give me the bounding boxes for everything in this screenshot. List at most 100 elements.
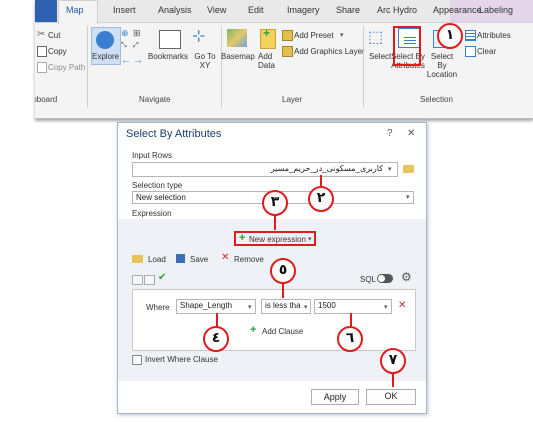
new-expression-button[interactable]: New expression [249,235,306,244]
load-icon [132,255,143,263]
tab-analysis[interactable]: Analysis [158,5,192,15]
tab-appearance[interactable]: Appearance [433,5,482,15]
verify-icon[interactable]: ✔ [158,272,166,283]
forward-icon[interactable]: → [133,55,143,66]
chevron-down-icon: ▾ [304,304,308,311]
file-tab[interactable] [35,0,57,22]
group-separator [221,26,222,108]
folder-icon[interactable] [403,165,414,173]
ok-button[interactable]: OK [366,389,416,405]
bookmarks-button[interactable]: Bookmarks [148,52,188,61]
input-rows-value: کاربری_مسکونی_در_حریم_مسیر [270,164,383,173]
move-down-icon[interactable] [144,275,155,285]
sql-toggle-label: SQL [360,275,377,284]
ribbon: Map Insert Analysis View Edit Imagery Sh… [35,0,533,119]
save-icon [176,254,185,263]
clause-value: 1500 [318,301,336,310]
add-preset-button[interactable]: Add Preset [294,31,334,40]
tab-view[interactable]: View [207,5,226,15]
step-marker-3: ٣ [262,190,288,216]
plus-icon: + [250,324,257,336]
chevron-down-icon[interactable]: ▾ [406,193,410,201]
delete-clause-icon[interactable]: ✕ [398,300,406,311]
tab-arc-hydro[interactable]: Arc Hydro [377,5,417,15]
clause-value-input[interactable]: 1500 [314,299,392,314]
tab-insert[interactable]: Insert [113,5,136,15]
copy-button[interactable]: Copy [48,47,67,56]
select-button[interactable]: Select [369,52,391,61]
fixed-zoom-icon[interactable]: ⊞ [133,28,141,39]
selection-group-label: Selection [420,95,453,104]
tab-map[interactable]: Map [66,5,84,15]
attributes-button[interactable]: Attributes [477,31,511,40]
go-to-xy-icon: ⊹ [192,28,206,45]
explore-button[interactable]: Explore [92,52,119,61]
step-marker-6: ٦ [337,326,363,352]
invert-where-clause-checkbox[interactable] [132,355,142,365]
step-marker-1: ١ [437,23,463,49]
selection-type-label: Selection type [132,181,183,190]
input-rows-select[interactable]: کاربری_مسکونی_در_حریم_مسیر [132,162,398,177]
clear-button[interactable]: Clear [477,47,496,56]
dialog-title: Select By Attributes [126,128,222,140]
plus-icon: + [263,26,271,40]
plus-icon: + [239,232,246,244]
tab-share[interactable]: Share [336,5,360,15]
add-graphics-layer-icon [282,46,293,57]
chevron-down-icon: ▾ [248,304,252,311]
group-separator [363,26,364,108]
marker-connector [274,215,276,230]
step-marker-4: ٤ [203,326,229,352]
expression-label: Expression [132,209,172,218]
tab-imagery[interactable]: Imagery [287,5,320,15]
gear-icon[interactable]: ⚙ [401,270,412,284]
marker-connector [216,313,218,327]
select-by-location-button[interactable]: Select By Location [426,52,458,79]
back-icon[interactable]: ← [121,55,131,66]
close-button[interactable]: ✕ [407,128,415,139]
load-button[interactable]: Load [148,255,166,264]
remove-button[interactable]: Remove [234,255,264,264]
basemap-icon [227,29,247,47]
help-button[interactable]: ? [387,128,393,139]
add-preset-icon [282,30,293,41]
add-data-button[interactable]: Add Data [258,52,284,70]
marker-connector [350,313,352,327]
tab-edit[interactable]: Edit [248,5,264,15]
step-marker-7: ٧ [380,348,406,374]
chevron-down-icon[interactable]: ▾ [388,165,392,173]
cut-button[interactable]: Cut [48,31,60,40]
zoom-in-icon[interactable]: ⤡ [121,42,127,50]
copy-path-icon [37,62,47,73]
clause-field-select[interactable]: Shape_Length [176,299,256,314]
input-rows-label: Input Rows [132,151,173,160]
move-up-icon[interactable] [132,275,143,285]
clear-icon [465,46,476,57]
attributes-icon [465,30,476,41]
selection-type-value: New selection [136,193,186,202]
add-graphics-layer-button[interactable]: Add Graphics Layer [294,47,365,56]
clause-field-value: Shape_Length [180,301,233,310]
marker-connector [282,283,284,298]
go-to-xy-button[interactable]: Go To XY [190,52,220,70]
clause-operator-value: is less tha [265,301,301,310]
basemap-button[interactable]: Basemap [221,52,255,61]
add-clause-button[interactable]: Add Clause [262,327,303,336]
sql-toggle[interactable] [377,274,393,283]
clipboard-group-label: Clipboard [35,95,58,104]
chevron-down-icon: ▾ [308,236,312,243]
save-button[interactable]: Save [190,255,208,264]
invert-where-clause-label: Invert Where Clause [145,355,218,364]
where-label: Where [146,303,170,312]
full-extent-icon[interactable]: ⊕ [121,28,129,39]
bookmarks-icon [159,30,181,49]
chevron-down-icon: ▾ [384,304,388,311]
layer-group-label: Layer [282,95,303,104]
copy-path-button[interactable]: Copy Path [48,63,85,72]
chevron-down-icon: ▾ [340,32,344,39]
tab-labeling[interactable]: Labeling [479,5,513,15]
apply-button[interactable]: Apply [311,389,359,405]
copy-icon [37,46,47,57]
cut-icon: ✂ [37,29,46,40]
zoom-out-icon[interactable]: ⤢ [133,42,139,50]
